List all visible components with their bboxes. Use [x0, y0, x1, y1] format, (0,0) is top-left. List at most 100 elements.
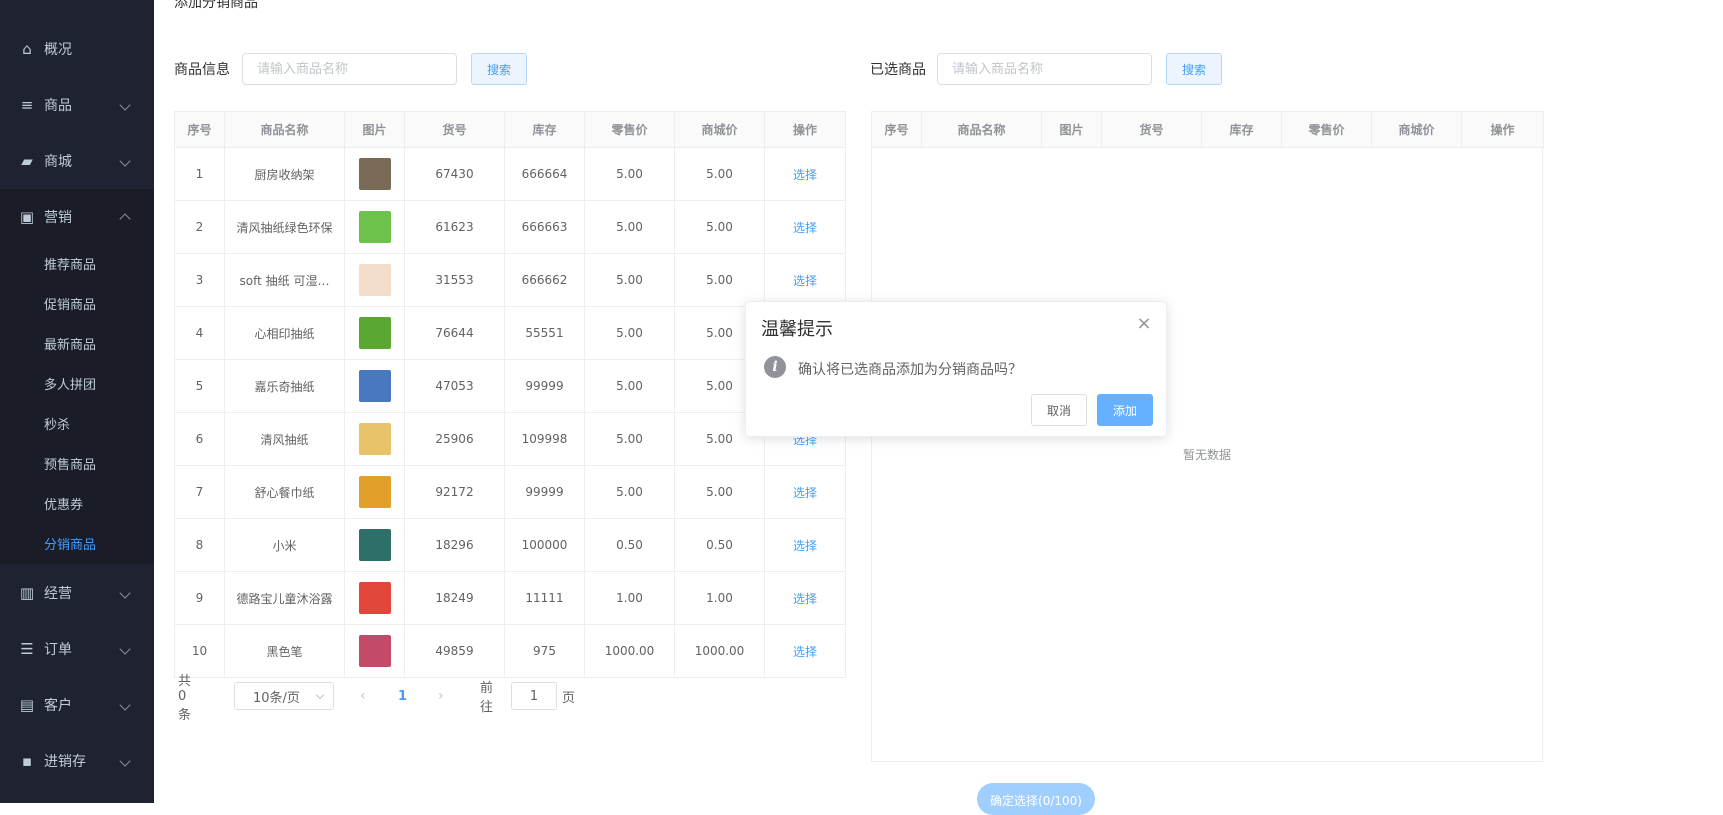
product-sku-cell: 76644 [404, 306, 505, 360]
dialog-message: 确认将已选商品添加为分销商品吗？ [798, 362, 1022, 378]
page-size-select[interactable]: 10条/页 [234, 682, 334, 710]
retail-price-cell: 1.00 [584, 571, 675, 625]
select-link[interactable]: 选择 [793, 274, 817, 288]
mall-price: 1.00 [706, 591, 733, 605]
product-stock: 666664 [521, 167, 568, 181]
table-row: 3 soft 抽纸 可湿… 31553 666662 5.00 5.00 选择 [174, 253, 846, 307]
sidebar-item-operations[interactable]: ▥ 经营 [0, 565, 154, 621]
product-thumbnail [358, 370, 391, 402]
product-stock-cell: 55551 [504, 306, 585, 360]
retail-price-cell: 5.00 [584, 200, 675, 254]
sidebar-item-orders[interactable]: ☰ 订单 [0, 621, 154, 677]
column-header: 序号 [871, 111, 922, 148]
selected-search-input[interactable] [937, 53, 1152, 85]
column-header: 操作 [1461, 111, 1544, 148]
chevron-down-icon [119, 755, 131, 767]
product-name-cell: 舒心餐巾纸 [224, 465, 345, 519]
chevron-down-icon [119, 643, 131, 655]
table-header-row: 序号 商品名称 图片 货号 库存 零售价 商城价 操作 [174, 111, 846, 148]
table-header-row: 序号 商品名称 图片 货号 库存 零售价 商城价 操作 [871, 111, 1544, 148]
submenu-item-recommended[interactable]: 推荐商品 [44, 254, 96, 273]
selected-table: 序号 商品名称 图片 货号 库存 零售价 商城价 操作 [871, 111, 1544, 148]
retail-price: 5.00 [616, 167, 643, 181]
sidebar-item-label: 商品 [44, 98, 72, 114]
retail-price: 5.00 [616, 379, 643, 393]
sidebar-item-inventory[interactable]: ▪ 进销存 [0, 733, 154, 789]
confirm-selection-button[interactable]: 确定选择(0/100) [977, 783, 1095, 815]
select-link[interactable]: 选择 [793, 645, 817, 659]
table-row: 9 德路宝儿童沐浴露 18249 11111 1.00 1.00 选择 [174, 571, 846, 625]
select-link[interactable]: 选择 [793, 592, 817, 606]
mall-price: 5.00 [706, 273, 733, 287]
submenu-item-coupons[interactable]: 优惠券 [44, 494, 83, 513]
marketing-submenu: 推荐商品 促销商品 最新商品 多人拼团 秒杀 预售商品 优惠券 分销商品 [0, 244, 154, 564]
submenu-item-newest[interactable]: 最新商品 [44, 334, 96, 353]
row-index: 7 [195, 485, 204, 499]
column-header: 商品名称 [921, 111, 1042, 148]
select-link[interactable]: 选择 [793, 486, 817, 500]
submenu-item-presale[interactable]: 预售商品 [44, 454, 96, 473]
submenu-item-promotion[interactable]: 促销商品 [44, 294, 96, 313]
mall-price: 5.00 [706, 485, 733, 499]
product-sku: 76644 [435, 326, 474, 340]
product-sku: 31553 [435, 273, 474, 287]
product-thumbnail-cell [344, 359, 405, 413]
submenu-item-flash-sale[interactable]: 秒杀 [44, 414, 70, 433]
product-thumbnail-cell [344, 412, 405, 466]
select-link[interactable]: 选择 [793, 168, 817, 182]
product-name-cell: 嘉乐奇抽纸 [224, 359, 345, 413]
current-page[interactable]: 1 [398, 682, 407, 710]
product-search-button[interactable]: 搜索 [471, 53, 527, 85]
submenu-item-distribution[interactable]: 分销商品 [44, 534, 96, 553]
retail-price-cell: 5.00 [584, 147, 675, 201]
product-search-input[interactable] [242, 53, 457, 85]
close-icon[interactable]: × [1136, 315, 1152, 333]
sidebar-item-products[interactable]: ≡ 商品 [0, 77, 154, 133]
product-stock: 11111 [525, 591, 564, 605]
select-link-cell: 选择 [764, 518, 846, 572]
truck-icon: ▪ [21, 752, 33, 770]
select-link-cell: 选择 [764, 253, 846, 307]
product-thumbnail [358, 158, 391, 190]
product-stock-cell: 100000 [504, 518, 585, 572]
chevron-down-icon [119, 155, 131, 167]
product-stock: 99999 [525, 379, 564, 393]
sidebar-item-customers[interactable]: ▤ 客户 [0, 677, 154, 733]
product-sku: 47053 [435, 379, 474, 393]
product-stock-cell: 11111 [504, 571, 585, 625]
row-index: 8 [195, 538, 204, 552]
retail-price: 5.00 [616, 326, 643, 340]
prev-page-icon[interactable]: ‹ [360, 682, 366, 710]
product-name-cell: 德路宝儿童沐浴露 [224, 571, 345, 625]
retail-price-cell: 1000.00 [584, 624, 675, 678]
selected-search-button[interactable]: 搜索 [1166, 53, 1222, 85]
product-sku-cell: 67430 [404, 147, 505, 201]
sidebar-item-mall[interactable]: ▰ 商城 [0, 133, 154, 189]
product-sku: 25906 [435, 432, 474, 446]
goto-page-input[interactable]: 1 [511, 682, 557, 710]
select-link[interactable]: 选择 [793, 221, 817, 235]
product-name: 黑色笔 [266, 644, 303, 659]
retail-price-cell: 5.00 [584, 359, 675, 413]
mall-price: 1000.00 [694, 644, 745, 658]
select-link-cell: 选择 [764, 624, 846, 678]
cancel-button[interactable]: 取消 [1031, 394, 1087, 426]
product-name-cell: 厨房收纳架 [224, 147, 345, 201]
sidebar-item-overview[interactable]: ⌂ 概况 [0, 21, 154, 77]
retail-price-cell: 5.00 [584, 253, 675, 307]
submenu-item-group-buy[interactable]: 多人拼团 [44, 374, 96, 393]
next-page-icon[interactable]: › [438, 682, 444, 710]
product-stock: 99999 [525, 485, 564, 499]
product-thumbnail-cell [344, 465, 405, 519]
page-suffix: 页 [562, 690, 576, 706]
mall-price-cell: 5.00 [674, 465, 765, 519]
product-sku: 61623 [435, 220, 474, 234]
add-button[interactable]: 添加 [1097, 394, 1153, 426]
column-header: 操作 [764, 111, 846, 148]
product-name-cell: soft 抽纸 可湿… [224, 253, 345, 307]
sidebar-item-marketing[interactable]: ▣ 营销 [0, 189, 154, 245]
product-stock: 55551 [525, 326, 564, 340]
select-link[interactable]: 选择 [793, 539, 817, 553]
row-index: 6 [195, 432, 204, 446]
product-info-label: 商品信息 [174, 62, 230, 78]
